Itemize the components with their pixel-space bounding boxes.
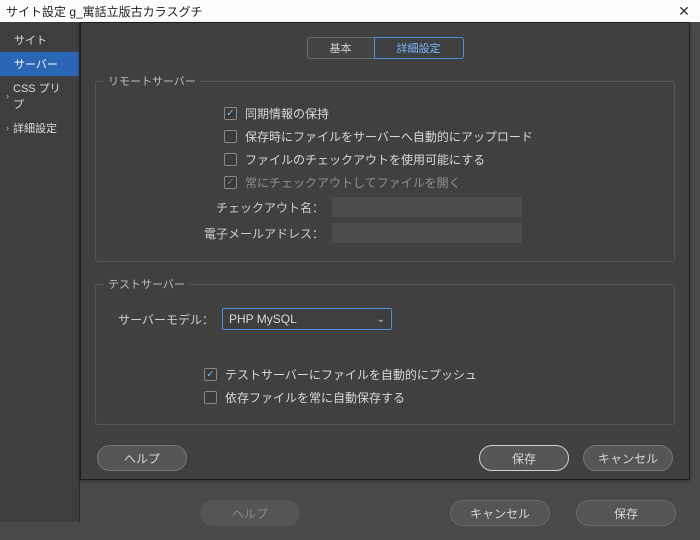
auto-upload-label: 保存時にファイルをサーバーへ自動的にアップロード [245, 128, 533, 145]
settings-panel: 基本 詳細設定 リモートサーバー 同期情報の保持 保存時にファイルをサーバーへ自… [80, 22, 690, 480]
keep-sync-checkbox[interactable] [224, 107, 237, 120]
server-model-label: サーバーモデル： [104, 311, 214, 328]
chevron-right-icon: › [6, 91, 9, 101]
sidebar-item-site[interactable]: サイト [0, 28, 79, 52]
bg-save-button[interactable]: 保存 [576, 500, 676, 526]
auto-save-deps-checkbox[interactable] [204, 391, 217, 404]
bg-cancel-button[interactable]: キャンセル [450, 500, 550, 526]
test-legend: テストサーバー [104, 276, 189, 292]
sidebar-item-css-preproc[interactable]: ›CSS プリプ [0, 76, 79, 116]
checkout-name-input [332, 197, 522, 217]
auto-push-checkbox[interactable] [204, 368, 217, 381]
always-checkout-checkbox [224, 176, 237, 189]
auto-save-deps-label: 依存ファイルを常に自動保存する [225, 389, 405, 406]
email-label: 電子メールアドレス： [104, 225, 324, 242]
sidebar-item-advanced[interactable]: ›詳細設定 [0, 116, 79, 140]
chevron-down-icon: ⌄ [377, 314, 385, 325]
sidebar: サイト サーバー ›CSS プリプ ›詳細設定 [0, 22, 80, 522]
tabbar: 基本 詳細設定 [81, 37, 689, 59]
cancel-button[interactable]: キャンセル [583, 445, 673, 471]
close-icon[interactable]: ✕ [674, 3, 694, 20]
server-model-select[interactable]: PHP MySQL ⌄ [222, 308, 392, 330]
auto-push-label: テストサーバーにファイルを自動的にプッシュ [225, 366, 477, 383]
test-server-group: テストサーバー サーバーモデル： PHP MySQL ⌄ テストサーバーにファイ… [95, 276, 675, 425]
remote-legend: リモートサーバー [104, 73, 200, 89]
window-title: サイト設定 g_寓話立版古カラスグチ [6, 3, 202, 20]
tab-basic[interactable]: 基本 [307, 37, 374, 59]
auto-upload-checkbox[interactable] [224, 130, 237, 143]
email-input [332, 223, 522, 243]
keep-sync-label: 同期情報の保持 [245, 105, 329, 122]
always-checkout-label: 常にチェックアウトしてファイルを開く [245, 174, 461, 191]
titlebar: サイト設定 g_寓話立版古カラスグチ ✕ [0, 0, 700, 22]
checkout-name-label: チェックアウト名： [104, 199, 324, 216]
sidebar-item-server[interactable]: サーバー [0, 52, 79, 76]
enable-checkout-checkbox[interactable] [224, 153, 237, 166]
chevron-right-icon: › [6, 123, 9, 133]
help-button[interactable]: ヘルプ [97, 445, 187, 471]
tab-advanced[interactable]: 詳細設定 [374, 37, 464, 59]
server-model-value: PHP MySQL [229, 312, 297, 326]
remote-server-group: リモートサーバー 同期情報の保持 保存時にファイルをサーバーへ自動的にアップロー… [95, 73, 675, 262]
enable-checkout-label: ファイルのチェックアウトを使用可能にする [245, 151, 485, 168]
save-button[interactable]: 保存 [479, 445, 569, 471]
bg-help-button[interactable]: ヘルプ [200, 500, 300, 526]
